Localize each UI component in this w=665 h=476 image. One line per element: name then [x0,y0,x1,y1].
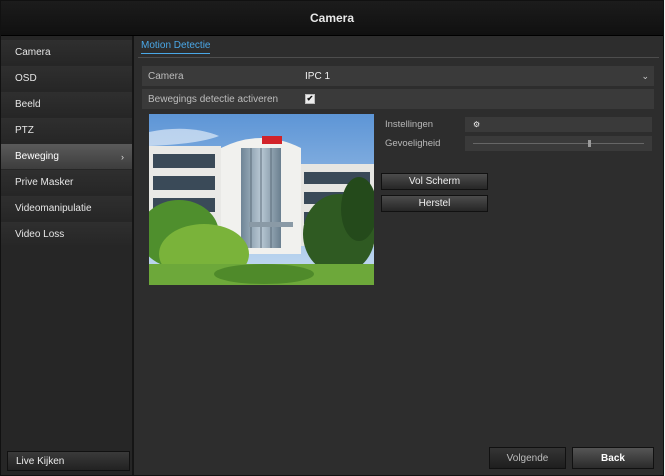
sensitivity-slider[interactable] [465,136,652,151]
sidebar-item-label: OSD [15,73,37,84]
sidebar: Camera OSD Beeld PTZ Beweging › Prive Ma… [1,36,134,475]
motion-enable-checkbox[interactable]: ✔ [305,94,315,104]
tab-divider [138,57,659,58]
live-view-button[interactable]: Live Kijken [7,451,130,471]
sidebar-item-videomanipulatie[interactable]: Videomanipulatie [1,196,132,221]
sidebar-item-prive-masker[interactable]: Prive Masker [1,170,132,195]
dropdown-arrow-icon: ⌄ [641,70,649,81]
camera-preview-image[interactable] [149,114,374,285]
settings-label: Instellingen [385,119,434,130]
settings-field[interactable]: ⚙ [465,117,652,132]
sidebar-item-camera[interactable]: Camera [1,40,132,65]
sidebar-item-label: Beeld [15,99,41,110]
sidebar-item-beeld[interactable]: Beeld [1,92,132,117]
sensitivity-row: Gevoeligheid [381,135,652,152]
motion-enable-row: Bewegings detectie activeren ✔ [142,89,654,109]
window-title: Camera [1,1,663,36]
sensitivity-label: Gevoeligheid [385,138,441,149]
settings-row: Instellingen ⚙ [381,116,652,133]
camera-select[interactable]: Camera IPC 1 ⌄ [142,66,654,86]
sidebar-menu: Camera OSD Beeld PTZ Beweging › Prive Ma… [1,40,132,248]
back-button[interactable]: Back [572,447,654,469]
next-button[interactable]: Volgende [489,447,566,469]
reset-button[interactable]: Herstel [381,195,488,212]
sidebar-item-ptz[interactable]: PTZ [1,118,132,143]
camera-select-label: Camera [148,70,184,82]
sidebar-item-label: Videomanipulatie [15,203,92,214]
sidebar-item-label: Camera [15,47,51,58]
sidebar-item-video-loss[interactable]: Video Loss [1,222,132,247]
sidebar-item-osd[interactable]: OSD [1,66,132,91]
sidebar-item-label: PTZ [15,125,34,136]
sidebar-item-label: Video Loss [15,229,65,240]
camera-settings-window: Camera Camera OSD Beeld PTZ Beweging › P… [0,0,664,476]
sidebar-item-label: Beweging [15,151,59,162]
sidebar-item-label: Prive Masker [15,177,74,188]
slider-track [473,143,644,144]
camera-select-value: IPC 1 [305,70,331,82]
tab-motion-detection[interactable]: Motion Detectie [141,40,211,54]
building-photo [149,114,374,285]
main-panel: Motion Detectie Camera IPC 1 ⌄ Bewegings… [134,36,663,475]
full-screen-button[interactable]: Vol Scherm [381,173,488,190]
slider-handle[interactable] [588,140,592,147]
chevron-right-icon: › [121,151,124,162]
motion-enable-label: Bewegings detectie activeren [148,93,279,105]
settings-gear-icon[interactable]: ⚙ [473,120,480,129]
sidebar-item-beweging[interactable]: Beweging › [1,144,132,169]
